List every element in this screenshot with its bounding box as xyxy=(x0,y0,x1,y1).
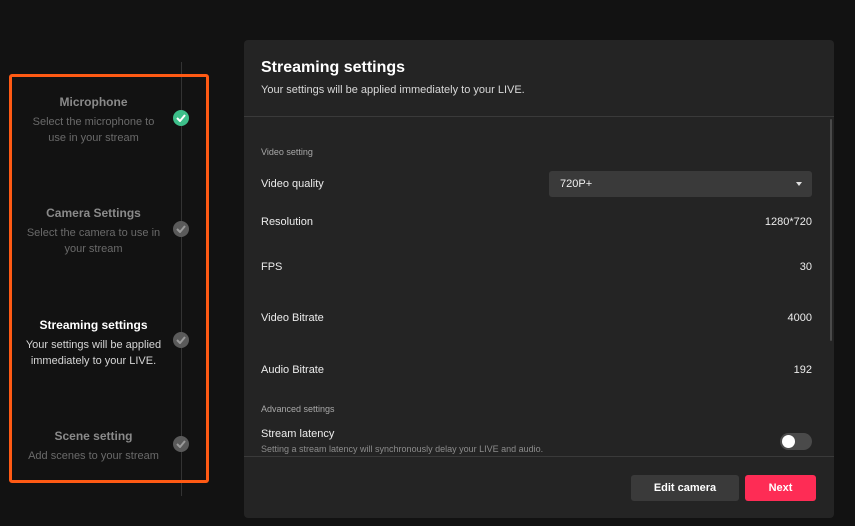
toggle-knob xyxy=(782,435,795,448)
step-title: Streaming settings xyxy=(39,318,148,332)
video-quality-select[interactable]: 720P+ xyxy=(549,171,812,197)
step-scene-setting[interactable]: Scene setting Add scenes to your stream xyxy=(12,428,175,464)
resolution-value: 1280*720 xyxy=(764,216,812,228)
stream-latency-toggle[interactable] xyxy=(780,433,812,450)
panel-subtitle: Your settings will be applied immediatel… xyxy=(261,84,525,96)
video-bitrate-value: 4000 xyxy=(787,312,812,324)
section-label-advanced: Advanced settings xyxy=(261,404,335,414)
step-description: Add scenes to your stream xyxy=(28,450,159,462)
step-microphone[interactable]: Microphone Select the microphone to use … xyxy=(12,94,175,146)
panel-header: Streaming settings Your settings will be… xyxy=(244,40,834,117)
audio-bitrate-value: 192 xyxy=(793,364,812,376)
check-icon xyxy=(173,436,189,452)
step-title: Camera Settings xyxy=(46,206,141,220)
stream-latency-label: Stream latency xyxy=(261,428,335,440)
step-description: Select the microphone to use in your str… xyxy=(32,116,155,144)
check-icon xyxy=(173,332,189,348)
video-quality-label: Video quality xyxy=(261,178,324,190)
next-button[interactable]: Next xyxy=(745,475,816,501)
footer-divider xyxy=(244,456,834,457)
step-title: Microphone xyxy=(59,95,128,109)
step-streaming-settings[interactable]: Streaming settings Your settings will be… xyxy=(12,317,175,369)
resolution-label: Resolution xyxy=(261,216,313,228)
step-title: Scene setting xyxy=(54,429,133,443)
fps-value: 30 xyxy=(799,261,812,273)
edit-camera-button[interactable]: Edit camera xyxy=(631,475,739,501)
fps-label: FPS xyxy=(261,261,283,273)
panel-title: Streaming settings xyxy=(261,59,406,76)
scrollbar-thumb[interactable] xyxy=(830,119,832,341)
section-label-video: Video setting xyxy=(261,147,313,157)
video-bitrate-label: Video Bitrate xyxy=(261,312,324,324)
audio-bitrate-label: Audio Bitrate xyxy=(261,364,324,376)
caret-down-icon xyxy=(796,182,802,186)
check-icon xyxy=(173,221,189,237)
settings-content[interactable]: Video setting Video quality 720P+ Resolu… xyxy=(244,117,834,456)
step-description: Your settings will be applied immediatel… xyxy=(25,339,162,367)
step-camera-settings[interactable]: Camera Settings Select the camera to use… xyxy=(12,205,175,257)
streaming-settings-panel: Streaming settings Your settings will be… xyxy=(244,40,834,518)
video-quality-value: 720P+ xyxy=(560,178,593,190)
stream-latency-description: Setting a stream latency will synchronou… xyxy=(261,444,544,454)
step-description: Select the camera to use in your stream xyxy=(26,227,161,255)
check-done-icon xyxy=(173,110,189,126)
